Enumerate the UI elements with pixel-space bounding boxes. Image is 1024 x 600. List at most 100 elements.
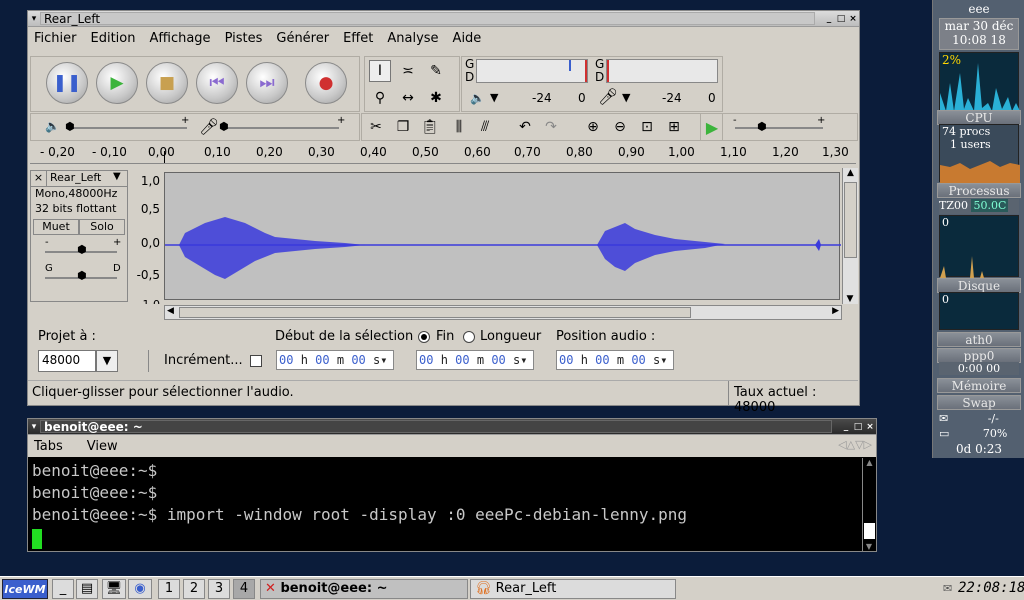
trim-icon[interactable]: ⫼ bbox=[448, 116, 470, 138]
terminal-titlebar[interactable]: ▾ benoit@eee: ~ _ □ × bbox=[28, 419, 876, 435]
end-radio[interactable] bbox=[418, 331, 430, 343]
edit-toolbar: ✂ ❐ 📋︎ ⫼ ⫻ ↶ ↷ ⊕ ⊖ ⊡ ⊞ bbox=[361, 113, 723, 141]
monitor-host: eee bbox=[968, 2, 990, 16]
net-value: 0 bbox=[942, 293, 949, 306]
play-meter-dropdown-icon[interactable]: ▼ bbox=[490, 91, 498, 104]
menu-effet[interactable]: Effet bbox=[343, 31, 373, 46]
record-button[interactable]: ● bbox=[305, 62, 347, 104]
taskbar-clock[interactable]: 22:08:18 bbox=[958, 580, 1024, 596]
stop-button[interactable]: ■ bbox=[146, 62, 188, 104]
input-volume-slider[interactable] bbox=[221, 127, 339, 129]
speaker-icon[interactable]: 🔈 bbox=[470, 91, 485, 105]
audio-position-time[interactable]: 00 h 00 m 00 s▾ bbox=[556, 350, 674, 370]
zoom-out-icon[interactable]: ⊖ bbox=[609, 116, 631, 138]
tab-nav-icons[interactable]: ◁△▽▷ bbox=[838, 438, 872, 451]
workspace-3[interactable]: 3 bbox=[208, 579, 230, 599]
close-button[interactable]: × bbox=[847, 13, 859, 25]
slider-thumb-icon[interactable]: ⬢ bbox=[77, 269, 87, 282]
project-rate-dropdown[interactable]: ▼ bbox=[96, 350, 118, 372]
workspace-2[interactable]: 2 bbox=[183, 579, 205, 599]
cut-icon[interactable]: ✂ bbox=[365, 116, 387, 138]
menu-aide[interactable]: Aide bbox=[453, 31, 482, 46]
menu-affichage[interactable]: Affichage bbox=[149, 31, 210, 46]
show-desktop-icon[interactable]: _ bbox=[52, 579, 74, 599]
mail-tray-icon[interactable]: ✉ bbox=[943, 582, 952, 595]
undo-icon[interactable]: ↶ bbox=[514, 116, 536, 138]
playhead-marker[interactable] bbox=[164, 151, 165, 163]
rec-meter-dropdown-icon[interactable]: ▼ bbox=[622, 91, 630, 104]
zoom-in-icon[interactable]: ⊕ bbox=[582, 116, 604, 138]
terminal-menu-tabs[interactable]: Tabs bbox=[34, 439, 63, 454]
track-menu-dropdown-icon[interactable]: ▼ bbox=[113, 171, 127, 186]
slider-thumb-icon[interactable]: ⬢ bbox=[65, 120, 75, 133]
window-menu-icon[interactable]: ▾ bbox=[28, 13, 40, 25]
multi-tool-icon[interactable]: ✱ bbox=[425, 87, 447, 109]
menu-generer[interactable]: Générer bbox=[276, 31, 329, 46]
length-radio[interactable] bbox=[463, 331, 475, 343]
mic-icon[interactable]: 🎤︎ bbox=[598, 87, 618, 106]
terminal-launcher-icon[interactable]: 🖥︎ bbox=[102, 579, 126, 599]
output-volume-slider[interactable] bbox=[69, 127, 187, 129]
window-list-icon[interactable]: ▤ bbox=[76, 579, 98, 599]
redo-icon[interactable]: ↷ bbox=[540, 116, 562, 138]
ruler-tick-label: 1,20 bbox=[772, 145, 799, 159]
selection-start-label: Début de la sélection bbox=[275, 329, 414, 344]
increment-checkbox[interactable] bbox=[250, 355, 262, 367]
silence-icon[interactable]: ⫻ bbox=[474, 116, 496, 138]
slider-thumb-icon[interactable]: ⬢ bbox=[219, 120, 229, 133]
waveform-canvas[interactable] bbox=[164, 172, 841, 300]
start-button[interactable]: IceWM bbox=[2, 579, 48, 599]
speed-slider[interactable] bbox=[735, 127, 823, 129]
selection-tool-icon[interactable]: I bbox=[369, 60, 391, 82]
menu-analyse[interactable]: Analyse bbox=[387, 31, 438, 46]
audacity-titlebar[interactable]: ▾ Rear_Left _ □ × bbox=[28, 11, 859, 27]
skip-end-button[interactable]: ⏭ bbox=[246, 62, 288, 104]
skip-start-button[interactable]: ⏮ bbox=[196, 62, 238, 104]
minimize-button[interactable]: _ bbox=[823, 13, 835, 25]
workspace-1[interactable]: 1 bbox=[158, 579, 180, 599]
window-menu-icon[interactable]: ▾ bbox=[28, 421, 40, 433]
track-close-button[interactable]: × bbox=[31, 171, 47, 186]
project-rate-input[interactable]: 48000 bbox=[38, 350, 96, 372]
pan-slider[interactable]: G D ⬢ bbox=[31, 263, 127, 287]
ruler-tick-label: 0,40 bbox=[360, 145, 387, 159]
selection-start-time[interactable]: 00 h 00 m 00 s▾ bbox=[276, 350, 394, 370]
fit-project-icon[interactable]: ⊞ bbox=[663, 116, 685, 138]
copy-icon[interactable]: ❐ bbox=[392, 116, 414, 138]
mute-button[interactable]: Muet bbox=[33, 219, 79, 235]
task-audacity[interactable]: 🎧︎ Rear_Left bbox=[470, 579, 676, 599]
vertical-scrollbar[interactable]: ▲ ▼ bbox=[842, 168, 858, 304]
draw-tool-icon[interactable]: ✎ bbox=[425, 60, 447, 82]
maximize-button[interactable]: □ bbox=[852, 421, 864, 433]
slider-thumb-icon[interactable]: ⬢ bbox=[757, 120, 767, 133]
meter-rec-right-label: D bbox=[595, 70, 605, 84]
zoom-tool-icon[interactable]: ⚲ bbox=[369, 87, 391, 109]
close-button[interactable]: × bbox=[864, 421, 876, 433]
envelope-tool-icon[interactable]: ≍ bbox=[397, 60, 419, 82]
task-terminal[interactable]: ✕ benoit@eee: ~ bbox=[260, 579, 468, 599]
menu-fichier[interactable]: Fichier bbox=[34, 31, 77, 46]
selection-end-time[interactable]: 00 h 00 m 00 s▾ bbox=[416, 350, 534, 370]
slider-thumb-icon[interactable]: ⬢ bbox=[77, 243, 87, 256]
track-name-menu[interactable]: Rear_Left bbox=[47, 171, 113, 186]
timeline-ruler[interactable]: - 0,20 - 0,10 0,00 0,10 0,20 0,30 0,40 0,50 0,60… bbox=[30, 143, 856, 164]
maximize-button[interactable]: □ bbox=[835, 13, 847, 25]
horizontal-scrollbar[interactable]: ◀ ▶ bbox=[164, 305, 842, 320]
timeshift-tool-icon[interactable]: ↔ bbox=[397, 87, 419, 109]
ruler-tick-label: 0,60 bbox=[464, 145, 491, 159]
pause-button[interactable]: ❚❚ bbox=[46, 62, 88, 104]
terminal-body[interactable]: benoit@eee:~$ benoit@eee:~$ benoit@eee:~… bbox=[28, 458, 862, 551]
paste-icon[interactable]: 📋︎ bbox=[419, 116, 441, 138]
terminal-menu-view[interactable]: View bbox=[87, 439, 118, 454]
menu-pistes[interactable]: Pistes bbox=[225, 31, 263, 46]
terminal-scrollbar[interactable]: ▲ ▼ bbox=[862, 458, 876, 551]
gain-slider[interactable]: - + ⬢ bbox=[31, 237, 127, 263]
minimize-button[interactable]: _ bbox=[840, 421, 852, 433]
fit-selection-icon[interactable]: ⊡ bbox=[636, 116, 658, 138]
workspace-4[interactable]: 4 bbox=[233, 579, 255, 599]
play-at-speed-icon[interactable]: ▶ bbox=[701, 116, 723, 138]
solo-button[interactable]: Solo bbox=[79, 219, 125, 235]
menu-edition[interactable]: Edition bbox=[91, 31, 136, 46]
play-button[interactable]: ▶ bbox=[96, 62, 138, 104]
browser-launcher-icon[interactable]: ◉ bbox=[128, 579, 152, 599]
